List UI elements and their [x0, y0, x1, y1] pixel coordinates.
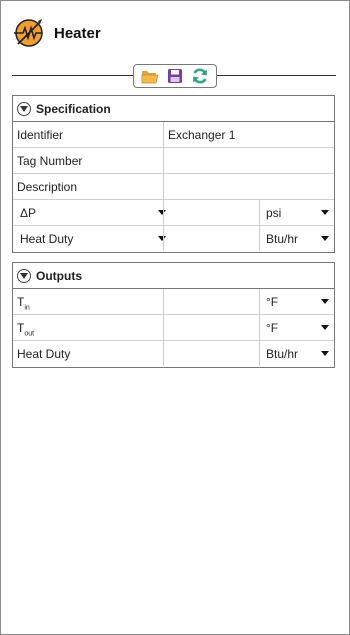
page-title: Heater [54, 24, 101, 42]
output-heat-duty-unit: Btu/hr [266, 347, 299, 361]
t-out-label: Tout [17, 321, 35, 338]
t-out-unit: °F [266, 321, 279, 335]
open-button[interactable] [140, 66, 160, 86]
description-field[interactable] [163, 174, 334, 199]
chevron-down-icon [321, 299, 329, 304]
dp-unit: psi [266, 206, 282, 220]
save-button[interactable] [165, 66, 185, 86]
dp-label: ΔP [20, 206, 37, 220]
chevron-down-icon [321, 351, 329, 356]
refresh-icon [193, 68, 208, 84]
t-in-unit-select[interactable]: °F [259, 289, 334, 314]
refresh-button[interactable] [190, 66, 210, 86]
outputs-section: Outputs Tin °F Tout °F Heat Duty Btu/hr [12, 262, 335, 368]
section-title: Specification [36, 101, 111, 116]
section-title: Outputs [36, 268, 82, 283]
tag-number-label: Tag Number [17, 154, 83, 168]
toolbar [133, 64, 217, 88]
heat-duty-value-field[interactable] [163, 226, 259, 251]
collapse-icon[interactable] [17, 101, 31, 116]
chevron-down-icon [321, 236, 329, 241]
identifier-row: Identifier Exchanger 1 [13, 122, 334, 148]
tag-number-row: Tag Number [13, 148, 334, 174]
output-heat-duty-label: Heat Duty [17, 347, 71, 361]
heat-duty-selector[interactable]: Heat Duty [20, 226, 166, 252]
t-in-row: Tin °F [13, 289, 334, 315]
panel-header: Heater [12, 15, 101, 51]
heat-duty-unit: Btu/hr [266, 232, 299, 246]
t-in-label: Tin [17, 295, 30, 312]
divider-right [217, 75, 336, 76]
specification-section: Specification Identifier Exchanger 1 Tag… [12, 95, 335, 253]
output-heat-duty-unit-select[interactable]: Btu/hr [259, 341, 334, 366]
heater-icon [14, 19, 43, 47]
description-row: Description [13, 174, 334, 200]
output-heat-duty-row: Heat Duty Btu/hr [13, 341, 334, 367]
heat-duty-label: Heat Duty [20, 232, 74, 246]
t-out-value [163, 315, 259, 340]
specification-header[interactable]: Specification [13, 96, 334, 122]
dp-unit-select[interactable]: psi [259, 200, 334, 225]
chevron-down-icon [321, 325, 329, 330]
t-in-value [163, 289, 259, 314]
t-out-row: Tout °F [13, 315, 334, 341]
chevron-down-icon [321, 210, 329, 215]
heat-duty-row: Heat Duty Btu/hr [13, 226, 334, 252]
dp-selector[interactable]: ΔP [20, 200, 166, 226]
description-label: Description [17, 180, 78, 194]
dp-value-field[interactable] [163, 200, 259, 225]
outputs-header[interactable]: Outputs [13, 263, 334, 289]
identifier-label: Identifier [17, 128, 64, 142]
heat-duty-unit-select[interactable]: Btu/hr [259, 226, 334, 251]
output-heat-duty-value [163, 341, 259, 366]
collapse-icon[interactable] [17, 268, 31, 283]
t-in-unit: °F [266, 295, 279, 309]
t-out-unit-select[interactable]: °F [259, 315, 334, 340]
dp-row: ΔP psi [13, 200, 334, 226]
identifier-field[interactable]: Exchanger 1 [163, 122, 334, 147]
divider-left [12, 75, 133, 76]
tag-number-field[interactable] [163, 148, 334, 173]
save-icon [167, 69, 182, 83]
folder-open-icon [141, 71, 159, 84]
